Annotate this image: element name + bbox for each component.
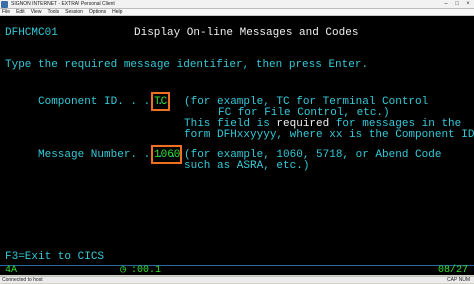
- menu-options[interactable]: Options: [89, 9, 106, 15]
- form-note: form DFHxxyyyy, where xx is the Componen…: [184, 129, 474, 141]
- component-id-field[interactable]: TC: [151, 92, 170, 111]
- pf-key-legend: F3=Exit to CICS: [5, 251, 105, 263]
- menu-tools[interactable]: Tools: [47, 9, 59, 15]
- menu-session[interactable]: Session: [65, 9, 83, 15]
- minimize-icon[interactable]: –: [442, 0, 450, 9]
- message-number-value: 1060: [154, 149, 181, 161]
- title-bar: SIGNON INTERNET - EXTRA! Personal Client…: [0, 0, 474, 9]
- elapsed-time: :00.1: [131, 265, 162, 276]
- emulator-window: SIGNON INTERNET - EXTRA! Personal Client…: [0, 0, 474, 283]
- maximize-icon[interactable]: □: [453, 0, 461, 9]
- instruction-text: Type the required message identifier, th…: [5, 59, 369, 71]
- status-bar: Connected to host CAP NUM: [0, 276, 474, 283]
- message-help-line2: such as ASRA, etc.): [184, 160, 310, 172]
- clock-icon: ◷: [120, 265, 127, 276]
- session-indicator: 4A: [5, 265, 18, 276]
- operator-info-area: 4A ◷ :00.1 08/27: [0, 265, 474, 276]
- screen-id: DFHCMC01: [5, 27, 58, 39]
- menu-edit[interactable]: Edit: [16, 9, 25, 15]
- screen-heading: Display On-line Messages and Codes: [134, 27, 359, 39]
- component-id-label: Component ID. . . .: [38, 96, 164, 108]
- menu-view[interactable]: View: [31, 9, 42, 15]
- window-title: SIGNON INTERNET - EXTRA! Personal Client: [11, 1, 115, 7]
- menu-help[interactable]: Help: [112, 9, 122, 15]
- terminal-screen[interactable]: DFHCMC01 Display On-line Messages and Co…: [0, 16, 474, 274]
- menu-file[interactable]: File: [2, 9, 10, 15]
- component-id-value: TC: [154, 96, 168, 108]
- cursor-position: 08/27: [438, 265, 469, 276]
- app-icon: [1, 1, 8, 8]
- menu-bar: File Edit View Tools Session Options Hel…: [0, 9, 474, 16]
- window-controls: – □ ×: [442, 0, 472, 9]
- close-icon[interactable]: ×: [464, 0, 472, 9]
- message-number-field[interactable]: 1060: [151, 145, 182, 164]
